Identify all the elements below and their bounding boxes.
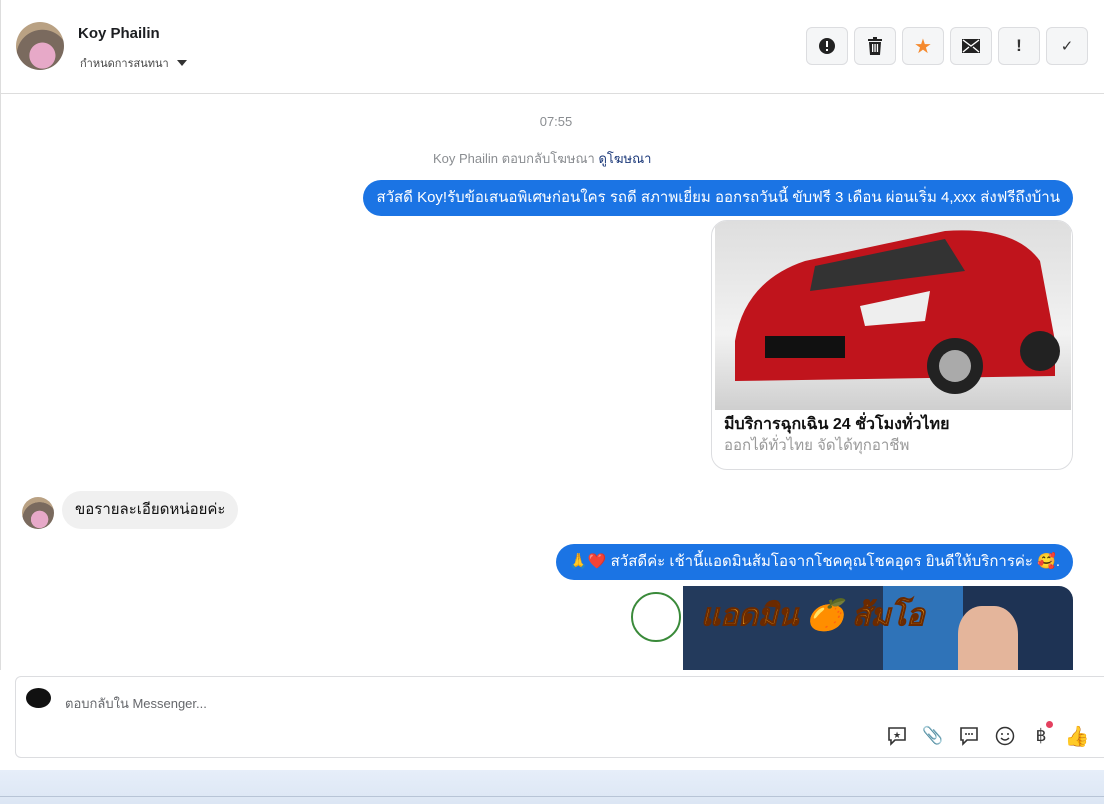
ad-card-subtitle: ออกได้ทั่วไทย จัดได้ทุกอาชีพ [724,437,910,454]
outgoing-message: 🙏❤️ สวัสดีค่ะ เช้านี้แอดมินส้มโอจากโชคคุ… [556,544,1073,580]
banner-text: แอดมิน 🍊 ส้มโอ [700,599,925,633]
paperclip-icon[interactable]: 📎 [922,725,944,747]
conversation-header: Koy Phailin กำหนดการสนทนา ★ ! ✓ [0,0,1104,94]
taskbar [0,770,1104,804]
ad-reply-notice: Koy Phailin ตอบกลับโฆษณา ดูโฆษณา [433,151,652,166]
svg-text:★: ★ [893,730,901,740]
thumbs-up-icon[interactable]: 👍 [1065,725,1090,748]
done-button[interactable]: ✓ [1046,27,1088,65]
timestamp: 07:55 [539,114,573,129]
header-actions: ★ ! ✓ [806,27,1088,65]
car-image [715,221,1071,410]
caret-down-icon [176,60,187,66]
important-button[interactable]: ! [998,27,1040,65]
chat-dots-icon[interactable] [958,725,980,747]
assign-conversation-dropdown[interactable]: กำหนดการสนทนา [80,54,187,72]
ad-card[interactable]: มีบริการฉุกเฉิน 24 ชั่วโมงทั่วไทย ออกได้… [711,220,1073,470]
spam-button[interactable] [806,27,848,65]
message-thread[interactable]: 07:55 Koy Phailin ตอบกลับโฆษณา ดูโฆษณา ส… [0,94,1104,670]
contact-avatar[interactable] [16,22,64,70]
star-button[interactable]: ★ [902,27,944,65]
incoming-message: ขอรายละเอียดหน่อยค่ะ [62,491,239,529]
composer-tools: ★ 📎 ฿ 👍 [886,721,1090,748]
assign-label: กำหนดการสนทนา [80,58,169,70]
baht-icon[interactable]: ฿ [1030,721,1053,747]
admin-banner-image[interactable]: แอดมิน 🍊 ส้มโอ [623,586,1073,670]
delete-button[interactable] [854,27,896,65]
company-logo [631,592,681,642]
view-ad-link[interactable]: ดูโฆษณา [598,151,651,166]
admin-photo [958,606,1018,670]
mark-unread-button[interactable] [950,27,992,65]
saved-reply-icon[interactable]: ★ [886,725,908,747]
envelope-icon [962,39,980,53]
contact-avatar-small [22,497,54,529]
outgoing-message: สวัสดี Koy!รับข้อเสนอพิเศษก่อนใคร รถดี ส… [363,180,1073,216]
star-icon: ★ [914,35,932,58]
reply-input[interactable]: ตอบกลับใน Messenger... [65,693,207,714]
notification-dot [1046,721,1053,728]
trash-icon [868,37,882,55]
check-icon: ✓ [1060,38,1074,55]
exclamation-icon: ! [1016,36,1022,55]
alert-circle-icon [819,38,835,54]
reply-composer[interactable]: ตอบกลับใน Messenger... ★ 📎 ฿ 👍 [15,676,1104,758]
contact-name[interactable]: Koy Phailin [78,25,160,42]
page-avatar [26,688,51,708]
emoji-icon[interactable] [994,725,1016,747]
